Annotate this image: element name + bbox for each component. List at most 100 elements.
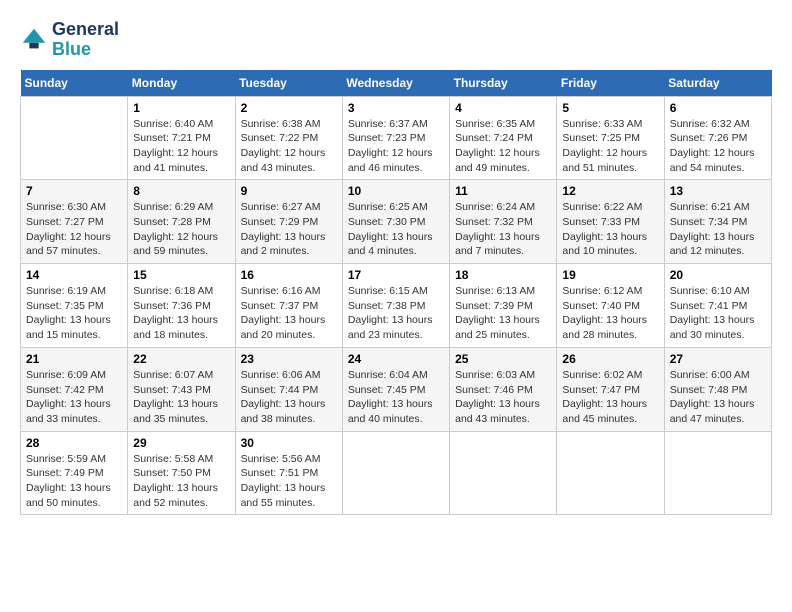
day-number: 22 [133,352,229,366]
logo-icon [20,26,48,54]
weekday-header-saturday: Saturday [664,70,771,97]
page-header: General Blue [20,20,772,60]
day-info: Sunrise: 5:59 AM Sunset: 7:49 PM Dayligh… [26,452,122,511]
day-number: 13 [670,184,766,198]
calendar-cell: 1 Sunrise: 6:40 AM Sunset: 7:21 PM Dayli… [128,96,235,180]
calendar-cell: 6 Sunrise: 6:32 AM Sunset: 7:26 PM Dayli… [664,96,771,180]
day-number: 19 [562,268,658,282]
day-number: 12 [562,184,658,198]
calendar-cell: 29 Sunrise: 5:58 AM Sunset: 7:50 PM Dayl… [128,431,235,515]
day-number: 3 [348,101,444,115]
day-number: 23 [241,352,337,366]
calendar-cell: 9 Sunrise: 6:27 AM Sunset: 7:29 PM Dayli… [235,180,342,264]
calendar-body: 1 Sunrise: 6:40 AM Sunset: 7:21 PM Dayli… [21,96,772,515]
calendar-cell [21,96,128,180]
day-number: 27 [670,352,766,366]
calendar-cell: 10 Sunrise: 6:25 AM Sunset: 7:30 PM Dayl… [342,180,449,264]
day-info: Sunrise: 6:40 AM Sunset: 7:21 PM Dayligh… [133,117,229,176]
calendar-header: SundayMondayTuesdayWednesdayThursdayFrid… [21,70,772,97]
weekday-header-tuesday: Tuesday [235,70,342,97]
day-info: Sunrise: 6:18 AM Sunset: 7:36 PM Dayligh… [133,284,229,343]
day-info: Sunrise: 6:30 AM Sunset: 7:27 PM Dayligh… [26,200,122,259]
calendar-cell: 19 Sunrise: 6:12 AM Sunset: 7:40 PM Dayl… [557,264,664,348]
calendar-cell: 15 Sunrise: 6:18 AM Sunset: 7:36 PM Dayl… [128,264,235,348]
day-info: Sunrise: 6:13 AM Sunset: 7:39 PM Dayligh… [455,284,551,343]
day-number: 5 [562,101,658,115]
day-info: Sunrise: 6:16 AM Sunset: 7:37 PM Dayligh… [241,284,337,343]
day-info: Sunrise: 6:32 AM Sunset: 7:26 PM Dayligh… [670,117,766,176]
weekday-header-row: SundayMondayTuesdayWednesdayThursdayFrid… [21,70,772,97]
calendar-cell: 24 Sunrise: 6:04 AM Sunset: 7:45 PM Dayl… [342,347,449,431]
calendar-cell: 8 Sunrise: 6:29 AM Sunset: 7:28 PM Dayli… [128,180,235,264]
day-number: 9 [241,184,337,198]
day-number: 28 [26,436,122,450]
day-info: Sunrise: 6:07 AM Sunset: 7:43 PM Dayligh… [133,368,229,427]
day-info: Sunrise: 6:15 AM Sunset: 7:38 PM Dayligh… [348,284,444,343]
day-info: Sunrise: 6:35 AM Sunset: 7:24 PM Dayligh… [455,117,551,176]
calendar-cell [450,431,557,515]
day-info: Sunrise: 6:38 AM Sunset: 7:22 PM Dayligh… [241,117,337,176]
day-number: 1 [133,101,229,115]
calendar-cell: 13 Sunrise: 6:21 AM Sunset: 7:34 PM Dayl… [664,180,771,264]
calendar-cell: 22 Sunrise: 6:07 AM Sunset: 7:43 PM Dayl… [128,347,235,431]
day-info: Sunrise: 6:04 AM Sunset: 7:45 PM Dayligh… [348,368,444,427]
logo: General Blue [20,20,119,60]
day-number: 6 [670,101,766,115]
calendar-cell [557,431,664,515]
day-number: 18 [455,268,551,282]
day-info: Sunrise: 6:06 AM Sunset: 7:44 PM Dayligh… [241,368,337,427]
day-number: 15 [133,268,229,282]
calendar-cell: 16 Sunrise: 6:16 AM Sunset: 7:37 PM Dayl… [235,264,342,348]
calendar-cell: 14 Sunrise: 6:19 AM Sunset: 7:35 PM Dayl… [21,264,128,348]
calendar-cell [664,431,771,515]
weekday-header-wednesday: Wednesday [342,70,449,97]
day-info: Sunrise: 6:29 AM Sunset: 7:28 PM Dayligh… [133,200,229,259]
day-info: Sunrise: 6:21 AM Sunset: 7:34 PM Dayligh… [670,200,766,259]
day-info: Sunrise: 6:22 AM Sunset: 7:33 PM Dayligh… [562,200,658,259]
weekday-header-thursday: Thursday [450,70,557,97]
calendar-cell: 18 Sunrise: 6:13 AM Sunset: 7:39 PM Dayl… [450,264,557,348]
day-number: 7 [26,184,122,198]
calendar-cell: 25 Sunrise: 6:03 AM Sunset: 7:46 PM Dayl… [450,347,557,431]
calendar-cell [342,431,449,515]
day-info: Sunrise: 6:25 AM Sunset: 7:30 PM Dayligh… [348,200,444,259]
day-number: 16 [241,268,337,282]
day-info: Sunrise: 6:03 AM Sunset: 7:46 PM Dayligh… [455,368,551,427]
day-number: 20 [670,268,766,282]
calendar-cell: 5 Sunrise: 6:33 AM Sunset: 7:25 PM Dayli… [557,96,664,180]
calendar-cell: 28 Sunrise: 5:59 AM Sunset: 7:49 PM Dayl… [21,431,128,515]
day-number: 14 [26,268,122,282]
day-info: Sunrise: 6:37 AM Sunset: 7:23 PM Dayligh… [348,117,444,176]
calendar-table: SundayMondayTuesdayWednesdayThursdayFrid… [20,70,772,516]
calendar-cell: 26 Sunrise: 6:02 AM Sunset: 7:47 PM Dayl… [557,347,664,431]
day-info: Sunrise: 6:02 AM Sunset: 7:47 PM Dayligh… [562,368,658,427]
calendar-cell: 30 Sunrise: 5:56 AM Sunset: 7:51 PM Dayl… [235,431,342,515]
calendar-cell: 20 Sunrise: 6:10 AM Sunset: 7:41 PM Dayl… [664,264,771,348]
day-info: Sunrise: 6:19 AM Sunset: 7:35 PM Dayligh… [26,284,122,343]
calendar-week-5: 28 Sunrise: 5:59 AM Sunset: 7:49 PM Dayl… [21,431,772,515]
calendar-week-2: 7 Sunrise: 6:30 AM Sunset: 7:27 PM Dayli… [21,180,772,264]
day-number: 30 [241,436,337,450]
day-number: 26 [562,352,658,366]
calendar-week-1: 1 Sunrise: 6:40 AM Sunset: 7:21 PM Dayli… [21,96,772,180]
calendar-cell: 4 Sunrise: 6:35 AM Sunset: 7:24 PM Dayli… [450,96,557,180]
day-info: Sunrise: 5:58 AM Sunset: 7:50 PM Dayligh… [133,452,229,511]
weekday-header-sunday: Sunday [21,70,128,97]
day-number: 25 [455,352,551,366]
day-number: 8 [133,184,229,198]
day-number: 21 [26,352,122,366]
calendar-week-4: 21 Sunrise: 6:09 AM Sunset: 7:42 PM Dayl… [21,347,772,431]
day-number: 24 [348,352,444,366]
calendar-cell: 2 Sunrise: 6:38 AM Sunset: 7:22 PM Dayli… [235,96,342,180]
day-number: 17 [348,268,444,282]
calendar-cell: 23 Sunrise: 6:06 AM Sunset: 7:44 PM Dayl… [235,347,342,431]
day-number: 10 [348,184,444,198]
day-info: Sunrise: 5:56 AM Sunset: 7:51 PM Dayligh… [241,452,337,511]
calendar-cell: 27 Sunrise: 6:00 AM Sunset: 7:48 PM Dayl… [664,347,771,431]
day-info: Sunrise: 6:09 AM Sunset: 7:42 PM Dayligh… [26,368,122,427]
calendar-week-3: 14 Sunrise: 6:19 AM Sunset: 7:35 PM Dayl… [21,264,772,348]
calendar-cell: 11 Sunrise: 6:24 AM Sunset: 7:32 PM Dayl… [450,180,557,264]
calendar-cell: 17 Sunrise: 6:15 AM Sunset: 7:38 PM Dayl… [342,264,449,348]
weekday-header-friday: Friday [557,70,664,97]
day-number: 2 [241,101,337,115]
